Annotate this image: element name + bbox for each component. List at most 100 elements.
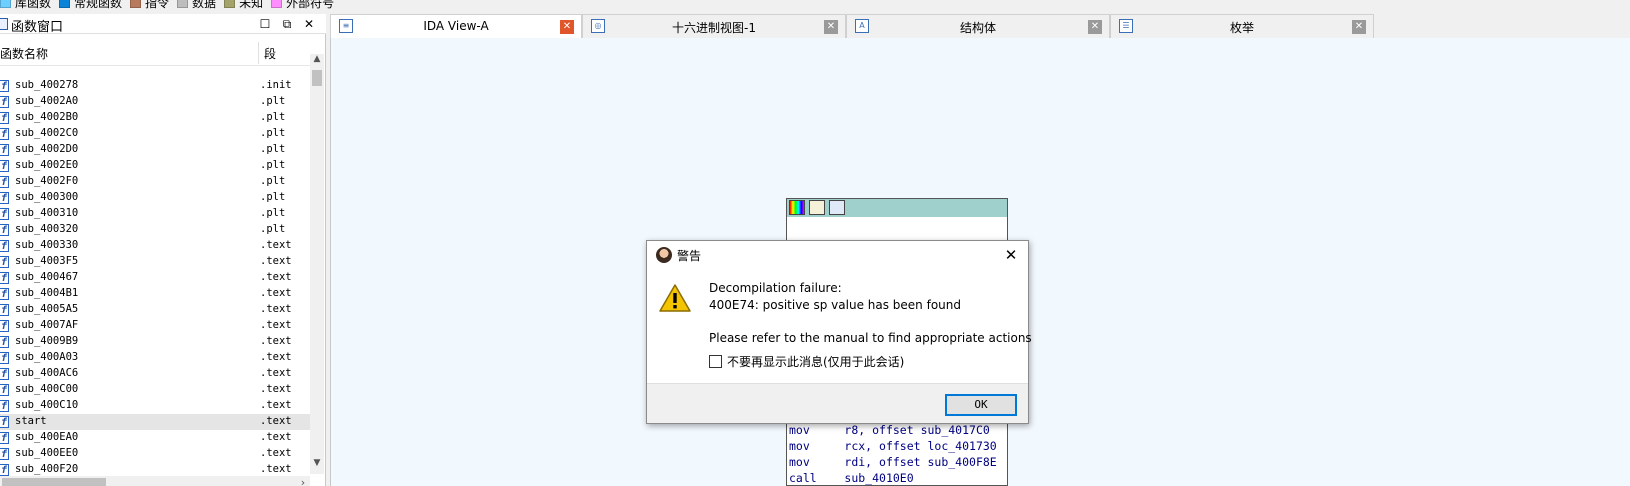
function-segment: .text — [260, 383, 292, 395]
functions-list: f sub_400278 .init f sub_4002A0 .plt f sub_4002… — [0, 78, 310, 478]
function-row[interactable]: f start .text — [0, 414, 310, 430]
function-segment: .plt — [260, 159, 286, 171]
legend-label: 库函数 — [15, 0, 52, 10]
function-row[interactable]: f sub_4002B0 .plt — [0, 110, 310, 126]
function-row[interactable]: f sub_4005A5 .text — [0, 302, 310, 318]
node-color-icon[interactable] — [789, 200, 805, 215]
function-name: sub_400320 — [15, 223, 79, 235]
function-row[interactable]: f sub_400330 .text — [0, 238, 310, 254]
restore-icon[interactable]: ☐ — [256, 15, 274, 33]
function-name: sub_400467 — [15, 271, 79, 283]
function-name: sub_4002E0 — [15, 159, 79, 171]
function-name: sub_4009B9 — [15, 335, 79, 347]
scroll-down-icon[interactable]: ▼ — [310, 458, 324, 468]
scroll-thumb-horizontal[interactable] — [2, 478, 106, 486]
tab-close-icon[interactable]: ✕ — [824, 20, 838, 34]
dialog-title: 警告 — [677, 249, 702, 263]
function-row[interactable]: f sub_400EA0 .text — [0, 430, 310, 446]
scroll-right-icon[interactable]: › — [296, 476, 310, 486]
tab-enums[interactable]: ☰ 枚举 ✕ — [1110, 14, 1374, 38]
node-edit-icon[interactable] — [809, 200, 825, 215]
tab-close-icon[interactable]: ✕ — [1088, 20, 1102, 34]
function-name: sub_4002C0 — [15, 127, 79, 139]
legend-swatch — [177, 0, 189, 8]
function-segment: .plt — [260, 143, 286, 155]
dont-show-again-checkbox[interactable] — [709, 355, 722, 368]
tab-close-icon[interactable]: ✕ — [560, 20, 574, 34]
function-row[interactable]: f sub_4002D0 .plt — [0, 142, 310, 158]
functions-vertical-scrollbar[interactable]: ▲ ▼ — [310, 54, 324, 474]
function-segment: .plt — [260, 111, 286, 123]
legend-item: 指令 — [130, 0, 169, 10]
function-row[interactable]: f sub_4004B1 .text — [0, 286, 310, 302]
function-icon: f — [0, 208, 9, 220]
function-segment: .text — [260, 463, 292, 475]
function-name: sub_400278 — [15, 79, 79, 91]
function-row[interactable]: f sub_4002A0 .plt — [0, 94, 310, 110]
function-name: sub_4002B0 — [15, 111, 79, 123]
function-icon: f — [0, 80, 9, 92]
legend-swatch — [224, 0, 236, 8]
function-row[interactable]: f sub_400278 .init — [0, 78, 310, 94]
function-row[interactable]: f sub_4002C0 .plt — [0, 126, 310, 142]
function-icon: f — [0, 336, 9, 348]
asm-line[interactable]: mov rcx, offset loc_401730 — [789, 439, 997, 453]
function-row[interactable]: f sub_4002F0 .plt — [0, 174, 310, 190]
tab-ida-view-a[interactable]: ≡ IDA View-A ✕ — [330, 14, 582, 39]
column-function-name[interactable]: 函数名称 — [0, 45, 48, 62]
function-icon: f — [0, 432, 9, 444]
warning-icon — [659, 284, 691, 312]
function-segment: .text — [260, 431, 292, 443]
function-icon: f — [0, 128, 9, 140]
function-segment: .text — [260, 447, 292, 459]
column-segment[interactable]: 段 — [264, 45, 276, 62]
close-icon[interactable]: ✕ — [300, 15, 318, 33]
function-row[interactable]: f sub_400320 .plt — [0, 222, 310, 238]
function-row[interactable]: f sub_4007AF .text — [0, 318, 310, 334]
asm-line[interactable]: mov rdi, offset sub_400F8E — [789, 455, 997, 469]
node-graph-icon[interactable] — [829, 200, 845, 215]
tab-structures[interactable]: A 结构体 ✕ — [846, 14, 1110, 38]
function-segment: .text — [260, 335, 292, 347]
column-divider[interactable] — [258, 42, 259, 64]
function-segment: .text — [260, 415, 292, 427]
function-name: sub_400EE0 — [15, 447, 79, 459]
function-row[interactable]: f sub_4009B9 .text — [0, 334, 310, 350]
function-segment: .plt — [260, 127, 286, 139]
dont-show-again-label[interactable]: 不要再显示此消息(仅用于此会话) — [727, 353, 904, 370]
function-name: start — [15, 415, 47, 427]
function-row[interactable]: f sub_400300 .plt — [0, 190, 310, 206]
scroll-up-icon[interactable]: ▲ — [310, 54, 324, 64]
function-row[interactable]: f sub_400A03 .text — [0, 350, 310, 366]
function-name: sub_4002F0 — [15, 175, 79, 187]
function-row[interactable]: f sub_400EE0 .text — [0, 446, 310, 462]
float-icon[interactable]: ⧉ — [278, 15, 296, 33]
tab-hex-view[interactable]: ◎ 十六进制视图-1 ✕ — [582, 14, 846, 38]
function-row[interactable]: f sub_4003F5 .text — [0, 254, 310, 270]
function-icon: f — [0, 400, 9, 412]
function-name: sub_400AC6 — [15, 367, 79, 379]
functions-window-titlebar: 函数窗口 ☐ ⧉ ✕ — [0, 14, 326, 35]
function-name: sub_400330 — [15, 239, 79, 251]
function-row[interactable]: f sub_400467 .text — [0, 270, 310, 286]
function-row[interactable]: f sub_400310 .plt — [0, 206, 310, 222]
ok-button[interactable]: OK — [945, 394, 1017, 416]
function-icon: f — [0, 368, 9, 380]
function-name: sub_400300 — [15, 191, 79, 203]
asm-line[interactable]: call sub_4010E0 — [789, 471, 914, 485]
functions-horizontal-scrollbar[interactable]: › — [0, 476, 310, 486]
legend-item: 未知 — [224, 0, 263, 10]
function-icon: f — [0, 272, 9, 284]
function-icon: f — [0, 224, 9, 236]
dialog-close-icon[interactable]: ✕ — [1000, 244, 1022, 266]
function-row[interactable]: f sub_400C10 .text — [0, 398, 310, 414]
function-row[interactable]: f sub_4002E0 .plt — [0, 158, 310, 174]
scroll-thumb[interactable] — [312, 70, 322, 86]
tab-close-icon[interactable]: ✕ — [1352, 20, 1366, 34]
function-row[interactable]: f sub_400AC6 .text — [0, 366, 310, 382]
asm-line[interactable]: mov r8, offset sub_4017C0 — [789, 423, 990, 437]
function-segment: .text — [260, 367, 292, 379]
function-icon: f — [0, 304, 9, 316]
legend-label: 外部符号 — [286, 0, 335, 10]
function-row[interactable]: f sub_400C00 .text — [0, 382, 310, 398]
